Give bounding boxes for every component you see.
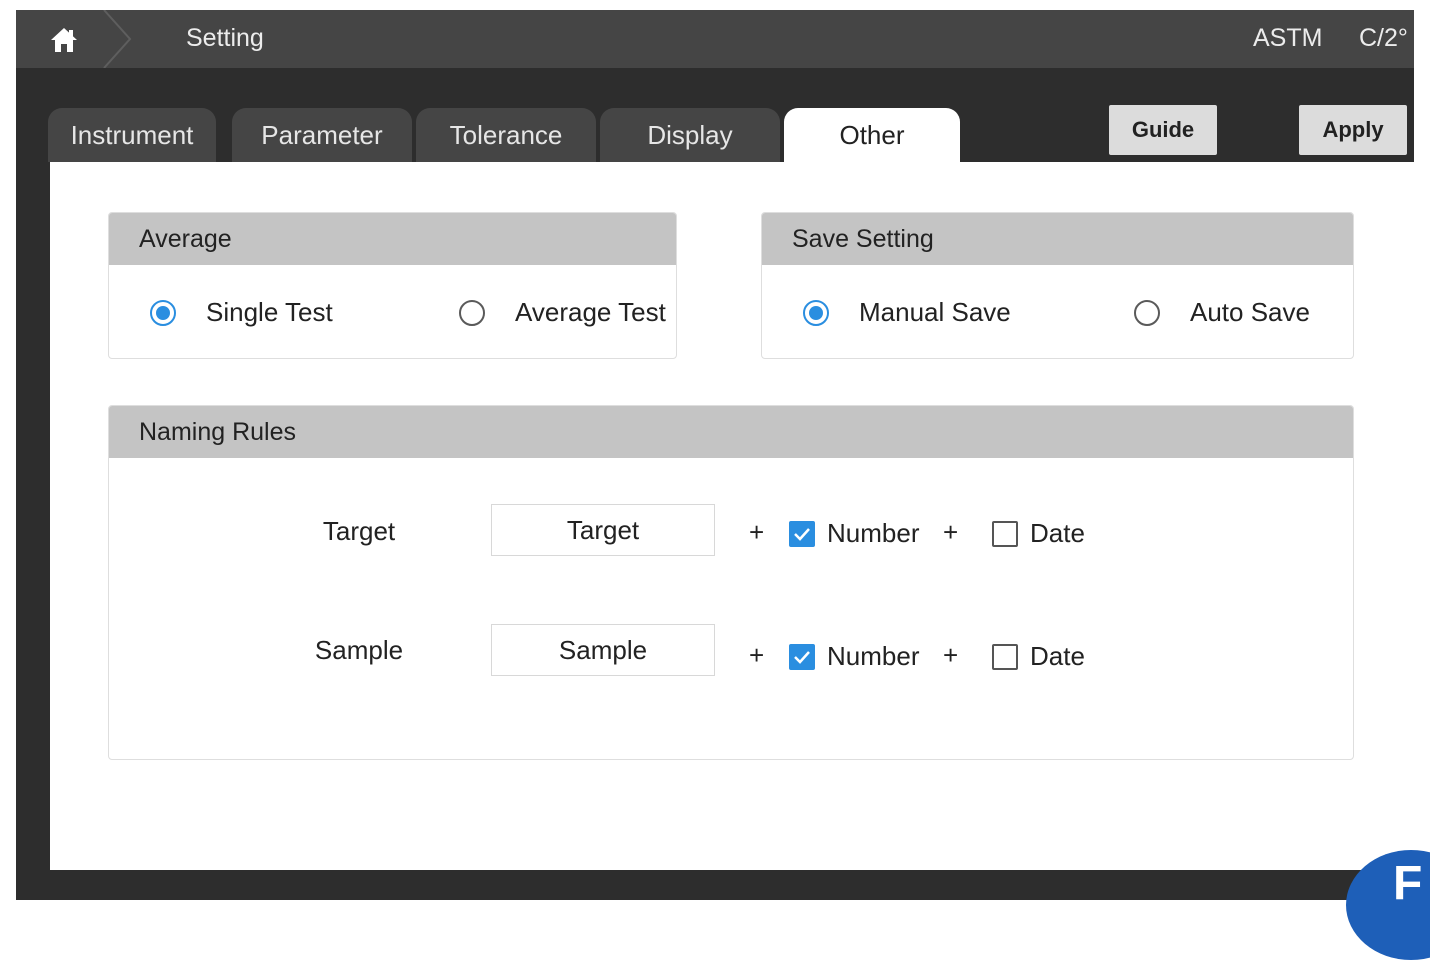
sample-name-input[interactable]: Sample xyxy=(491,624,715,676)
target-naming-label: Target xyxy=(322,516,396,546)
sample-number-option[interactable]: Number xyxy=(789,641,919,672)
single-test-label: Single Test xyxy=(206,297,333,327)
apply-button[interactable]: Apply xyxy=(1299,105,1407,155)
device-frame: Setting ASTM C/2° Instrument Parameter T… xyxy=(16,10,1414,900)
auto-save-option[interactable]: Auto Save xyxy=(1134,297,1310,328)
target-date-checkbox[interactable] xyxy=(992,520,1018,547)
average-test-label: Average Test xyxy=(515,297,666,327)
target-number-label: Number xyxy=(827,518,920,548)
target-name-input[interactable]: Target xyxy=(491,504,715,556)
brand-logo-letter: F xyxy=(1393,857,1423,910)
manual-save-option[interactable]: Manual Save xyxy=(803,297,1011,328)
page-title: Setting xyxy=(186,24,264,52)
observer-indicator: C/2° xyxy=(1359,24,1408,52)
home-button[interactable] xyxy=(16,10,108,68)
standard-indicator: ASTM xyxy=(1253,24,1323,52)
guide-button[interactable]: Guide xyxy=(1109,105,1217,155)
single-test-option[interactable]: Single Test xyxy=(150,297,333,328)
naming-rules-section-title: Naming Rules xyxy=(109,406,1353,458)
manual-save-radio[interactable] xyxy=(803,299,829,326)
save-setting-section: Save Setting Manual Save Auto Save xyxy=(761,212,1354,359)
plus-sign: + xyxy=(943,640,959,670)
tab-instrument[interactable]: Instrument xyxy=(48,108,216,162)
average-test-option[interactable]: Average Test xyxy=(459,297,666,328)
sample-naming-label: Sample xyxy=(314,635,404,665)
target-number-option[interactable]: Number xyxy=(789,518,919,549)
sample-date-option[interactable]: Date xyxy=(992,641,1085,672)
breadcrumb-separator-icon xyxy=(103,10,132,68)
sample-number-label: Number xyxy=(827,641,920,671)
naming-rules-section: Naming Rules Target Target + Number + Da… xyxy=(108,405,1354,760)
auto-save-label: Auto Save xyxy=(1190,297,1310,327)
average-test-radio[interactable] xyxy=(459,299,485,326)
save-setting-section-title: Save Setting xyxy=(762,213,1353,265)
target-date-label: Date xyxy=(1030,518,1085,548)
manual-save-label: Manual Save xyxy=(859,297,1011,327)
single-test-radio[interactable] xyxy=(150,299,176,326)
plus-sign: + xyxy=(943,517,959,547)
average-section-title: Average xyxy=(109,213,676,265)
sample-date-label: Date xyxy=(1030,641,1085,671)
target-date-option[interactable]: Date xyxy=(992,518,1085,549)
checkmark-icon xyxy=(794,527,810,541)
tab-parameter[interactable]: Parameter xyxy=(232,108,412,162)
home-icon xyxy=(51,28,77,52)
target-number-checkbox[interactable] xyxy=(789,520,815,547)
average-section: Average Single Test Average Test xyxy=(108,212,677,359)
tab-display[interactable]: Display xyxy=(600,108,780,162)
sample-number-checkbox[interactable] xyxy=(789,643,815,670)
tab-other[interactable]: Other xyxy=(784,108,960,164)
auto-save-radio[interactable] xyxy=(1134,299,1160,326)
plus-sign: + xyxy=(749,517,765,547)
settings-panel: Average Single Test Average Test Save Se… xyxy=(50,162,1414,870)
sample-date-checkbox[interactable] xyxy=(992,643,1018,670)
tab-tolerance[interactable]: Tolerance xyxy=(416,108,596,162)
plus-sign: + xyxy=(749,640,765,670)
checkmark-icon xyxy=(794,650,810,664)
title-bar: Setting ASTM C/2° xyxy=(16,10,1414,68)
